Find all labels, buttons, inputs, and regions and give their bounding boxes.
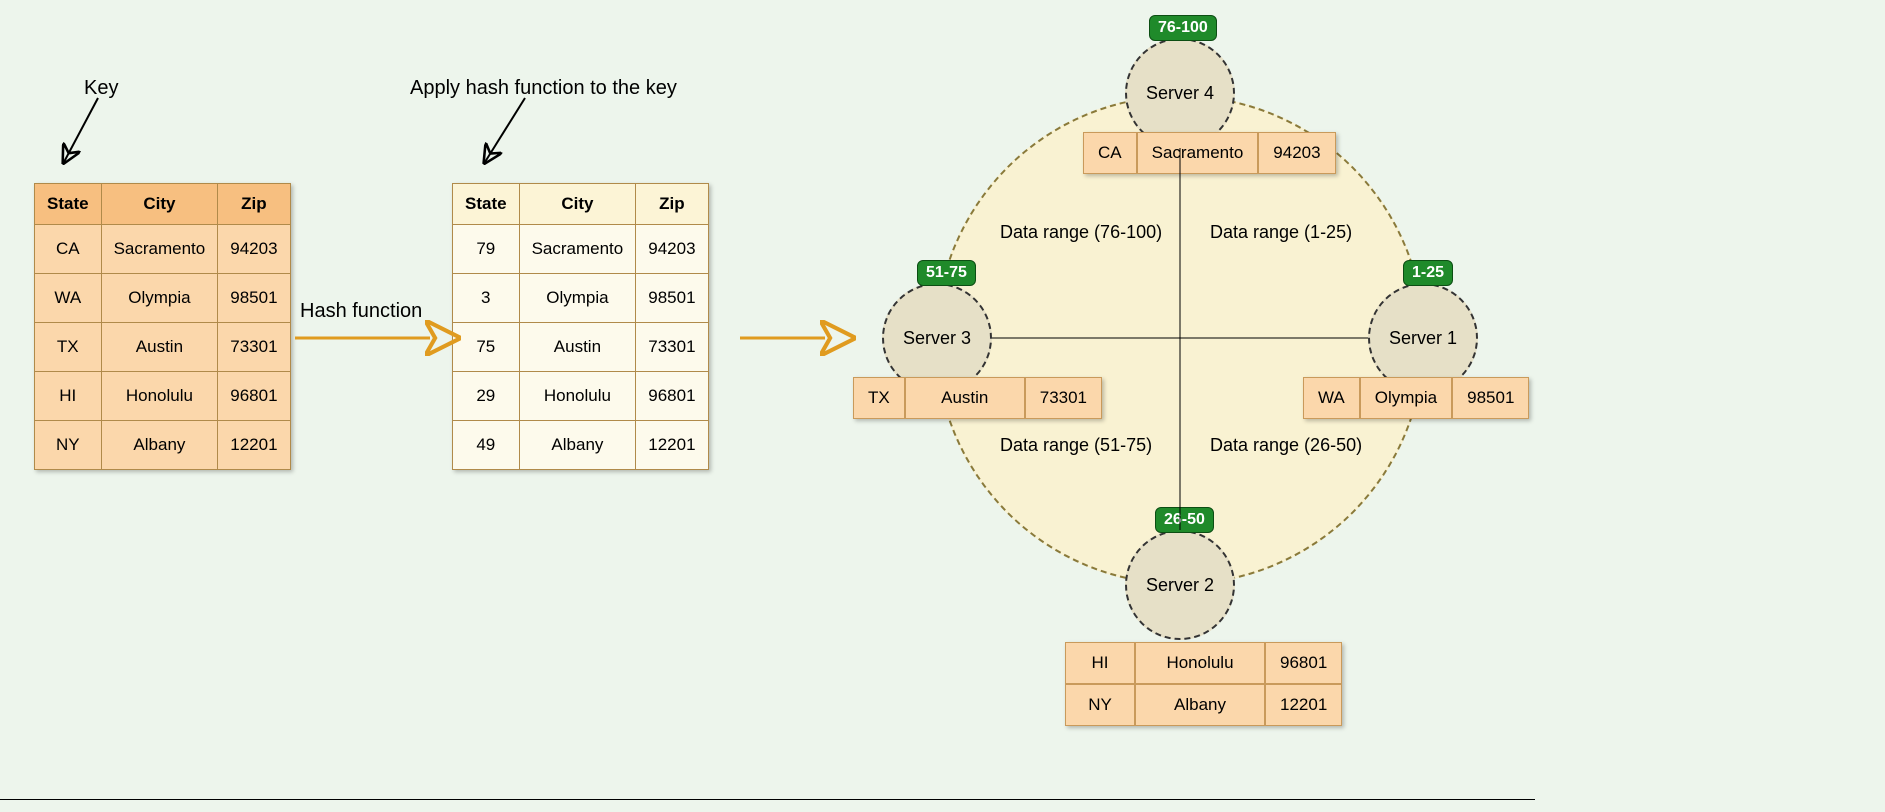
table-row: 49Albany12201 [453,421,709,470]
table-row: 79Sacramento94203 [453,225,709,274]
server4-data: CA Sacramento 94203 [1083,132,1336,174]
label-apply-hash: Apply hash function to the key [410,77,677,100]
table-row: WAOlympia98501 [35,274,291,323]
table-row: TXAustin73301 [35,323,291,372]
table-row: 75Austin73301 [453,323,709,372]
server-badge-3: 51-75 [917,260,976,286]
quadrant-label-br: Data range (26-50) [1210,435,1362,456]
quadrant-label-tr: Data range (1-25) [1210,222,1352,243]
bottom-border-line [0,799,1535,800]
table-row: WA Olympia 98501 [1303,377,1529,419]
table-row: NYAlbany12201 [35,421,291,470]
table-row: CASacramento94203 [35,225,291,274]
table-row: 3Olympia98501 [453,274,709,323]
server-badge-4: 76-100 [1149,15,1217,41]
col-header: State [453,184,520,225]
table-row: HI Honolulu 96801 [1065,642,1342,684]
server-badge-2: 26-50 [1155,507,1214,533]
col-header: State [35,184,102,225]
table-row: 29Honolulu96801 [453,372,709,421]
col-header: Zip [636,184,708,225]
col-header: City [101,184,218,225]
label-key: Key [84,77,118,100]
quadrant-label-bl: Data range (51-75) [1000,435,1152,456]
table-row: CA Sacramento 94203 [1083,132,1336,174]
server-badge-1: 1-25 [1403,260,1453,286]
col-header: Zip [218,184,290,225]
quadrant-label-tl: Data range (76-100) [1000,222,1162,243]
source-table: State City Zip CASacramento94203 WAOlymp… [34,183,291,470]
server1-data: WA Olympia 98501 [1303,377,1529,419]
hashed-table: State City Zip 79Sacramento94203 3Olympi… [452,183,709,470]
table-row: TX Austin 73301 [853,377,1102,419]
arrow-key-pointer [64,98,98,162]
table-row: HIHonolulu96801 [35,372,291,421]
arrow-hash-pointer [485,98,525,162]
col-header: City [519,184,636,225]
server-node-2: Server 2 [1125,530,1235,640]
label-hash-function: Hash function [300,300,422,323]
server3-data: TX Austin 73301 [853,377,1102,419]
table-row: NY Albany 12201 [1065,684,1342,726]
diagram-root: Key Apply hash function to the key Hash … [0,0,1885,812]
server2-data: HI Honolulu 96801 NY Albany 12201 [1065,642,1342,726]
